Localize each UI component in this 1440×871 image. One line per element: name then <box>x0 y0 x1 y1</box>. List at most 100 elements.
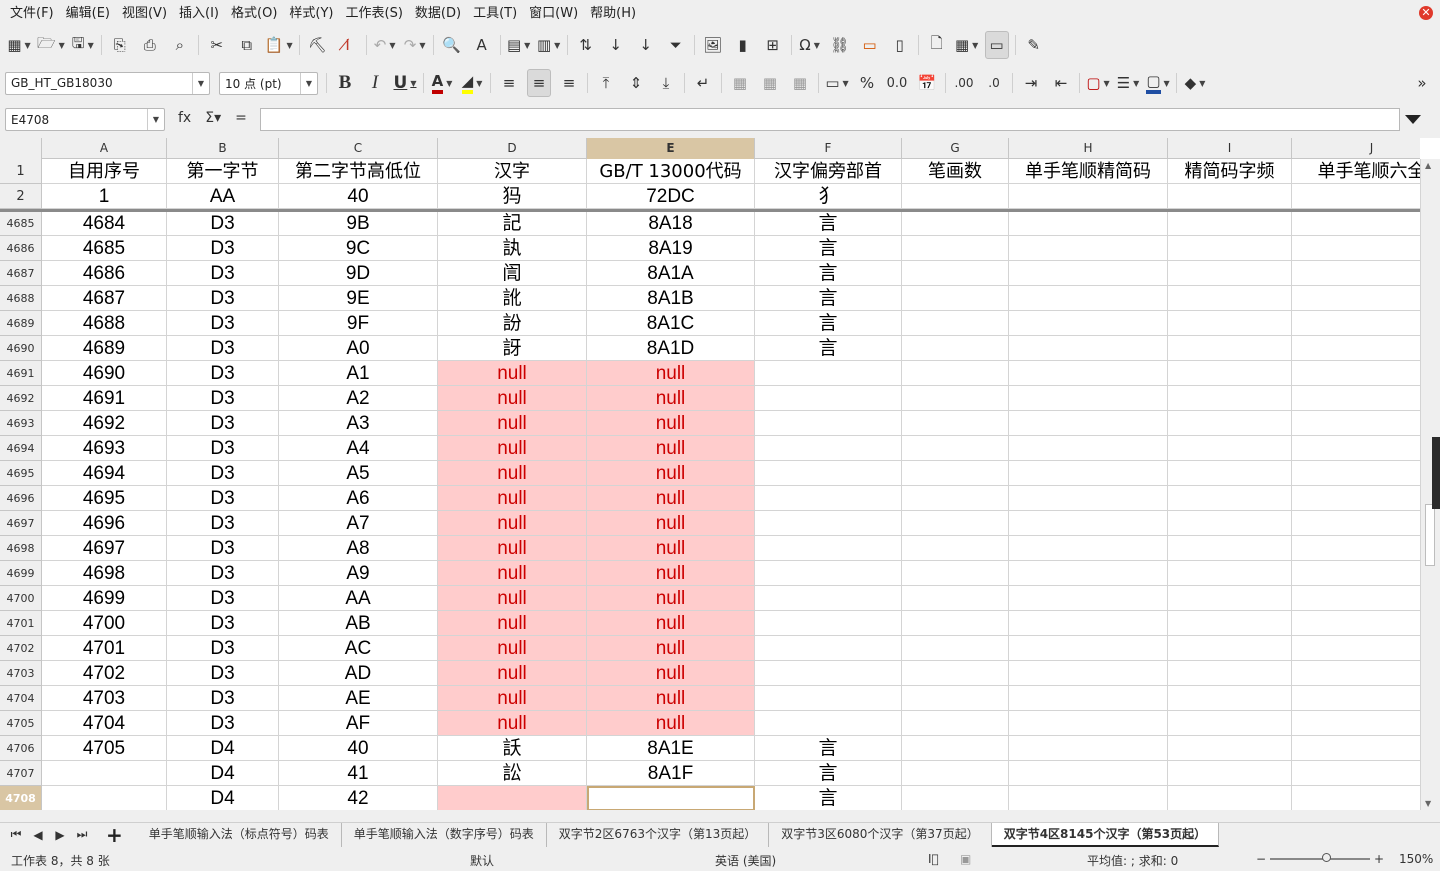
column-header-j[interactable]: J <box>1292 138 1440 159</box>
cell[interactable] <box>1009 461 1168 486</box>
cell[interactable] <box>1292 486 1440 511</box>
cell[interactable]: A1 <box>279 361 438 386</box>
row-header[interactable]: 4699 <box>0 561 42 586</box>
cell[interactable]: AA <box>279 586 438 611</box>
cell[interactable] <box>902 561 1009 586</box>
header-cell[interactable]: 汉字 <box>438 159 587 184</box>
cell[interactable] <box>1009 586 1168 611</box>
cell[interactable] <box>902 336 1009 361</box>
cell[interactable]: 4700 <box>42 611 167 636</box>
cell[interactable]: null <box>438 586 587 611</box>
column-icon[interactable]: ▥ ▼ <box>537 31 561 59</box>
menu-item[interactable]: 工作表(S) <box>340 0 409 26</box>
cell[interactable] <box>1168 386 1292 411</box>
cell[interactable]: A0 <box>279 336 438 361</box>
cell[interactable]: 41 <box>279 761 438 786</box>
cell[interactable]: D3 <box>167 461 279 486</box>
insert-image-icon[interactable]: 🖼 <box>701 31 725 59</box>
last-sheet-icon[interactable]: ⏭ <box>76 827 88 842</box>
cell[interactable] <box>1168 586 1292 611</box>
cell[interactable]: 言 <box>755 736 902 761</box>
first-sheet-icon[interactable]: ⏮ <box>10 827 22 842</box>
cell[interactable]: 4693 <box>42 436 167 461</box>
number-format-icon[interactable]: 0.0 <box>885 69 909 97</box>
cell[interactable]: null <box>438 486 587 511</box>
row-header[interactable]: 4690 <box>0 336 42 361</box>
cell[interactable]: 8A1B <box>587 286 755 311</box>
cell[interactable] <box>1168 611 1292 636</box>
cell[interactable] <box>1168 486 1292 511</box>
cell[interactable] <box>1292 636 1440 661</box>
formula-equals-icon[interactable]: = <box>235 110 247 126</box>
row-header[interactable]: 4691 <box>0 361 42 386</box>
menu-item[interactable]: 帮助(H) <box>584 0 642 26</box>
cell[interactable] <box>1292 361 1440 386</box>
header-cell[interactable]: 单手笔顺六全 <box>1292 159 1440 184</box>
cell[interactable] <box>902 184 1009 209</box>
cell[interactable]: D4 <box>167 761 279 786</box>
cell[interactable]: D3 <box>167 261 279 286</box>
comment-icon[interactable]: ▭ <box>858 31 882 59</box>
cell[interactable] <box>1168 536 1292 561</box>
row-header[interactable]: 4694 <box>0 436 42 461</box>
column-header-e[interactable]: E <box>587 138 755 159</box>
align-center-icon[interactable]: ≡ <box>527 69 551 97</box>
cell[interactable] <box>902 311 1009 336</box>
menu-item[interactable]: 编辑(E) <box>60 0 116 26</box>
cell[interactable]: null <box>438 661 587 686</box>
cell[interactable] <box>1292 536 1440 561</box>
menu-item[interactable]: 文件(F) <box>4 0 60 26</box>
cell[interactable] <box>755 361 902 386</box>
column-header-g[interactable]: G <box>902 138 1009 159</box>
cell[interactable] <box>1292 411 1440 436</box>
cell[interactable] <box>1009 686 1168 711</box>
row-header[interactable]: 4702 <box>0 636 42 661</box>
cell[interactable]: 4691 <box>42 386 167 411</box>
cell[interactable]: 4696 <box>42 511 167 536</box>
cell[interactable]: 訜 <box>438 311 587 336</box>
menu-item[interactable]: 视图(V) <box>116 0 173 26</box>
cell[interactable]: null <box>587 611 755 636</box>
scroll-thumb[interactable] <box>1425 504 1435 566</box>
cell[interactable]: D3 <box>167 211 279 236</box>
cell[interactable] <box>1168 436 1292 461</box>
header-cell[interactable]: 汉字偏旁部首 <box>755 159 902 184</box>
cell[interactable] <box>1168 711 1292 736</box>
row-header[interactable]: 4692 <box>0 386 42 411</box>
cell[interactable]: D3 <box>167 686 279 711</box>
merge-center-icon[interactable]: ▦ <box>758 69 782 97</box>
column-header-i[interactable]: I <box>1168 138 1292 159</box>
cell[interactable]: AA <box>167 184 279 209</box>
cell[interactable]: 訛 <box>438 286 587 311</box>
cell[interactable]: D4 <box>167 786 279 810</box>
cell[interactable] <box>1009 786 1168 810</box>
cell[interactable]: A5 <box>279 461 438 486</box>
cell[interactable] <box>902 586 1009 611</box>
cell[interactable] <box>902 511 1009 536</box>
decrease-indent-icon[interactable]: ⇤ <box>1049 69 1073 97</box>
cell[interactable]: null <box>587 586 755 611</box>
cell[interactable] <box>902 236 1009 261</box>
cell[interactable]: 4703 <box>42 686 167 711</box>
row-icon[interactable]: ▤ ▼ <box>507 31 531 59</box>
define-print-area-icon[interactable]: 🗋 <box>925 31 949 59</box>
column-header-f[interactable]: F <box>755 138 902 159</box>
menu-item[interactable]: 样式(Y) <box>283 0 339 26</box>
cell[interactable] <box>1168 511 1292 536</box>
cell[interactable] <box>902 461 1009 486</box>
cell[interactable] <box>438 786 587 810</box>
cell[interactable]: 4697 <box>42 536 167 561</box>
cell[interactable] <box>902 386 1009 411</box>
cut-icon[interactable]: ✂ <box>205 31 229 59</box>
cell[interactable]: null <box>438 511 587 536</box>
cell[interactable] <box>1168 211 1292 236</box>
cell[interactable]: D3 <box>167 661 279 686</box>
cell[interactable] <box>755 661 902 686</box>
cell[interactable] <box>1168 336 1292 361</box>
header-cell[interactable]: 第二字节高低位 <box>279 159 438 184</box>
cell[interactable] <box>1292 711 1440 736</box>
header-cell[interactable]: 笔画数 <box>902 159 1009 184</box>
cell[interactable] <box>1292 184 1440 209</box>
cell[interactable] <box>902 536 1009 561</box>
cell[interactable]: D3 <box>167 536 279 561</box>
